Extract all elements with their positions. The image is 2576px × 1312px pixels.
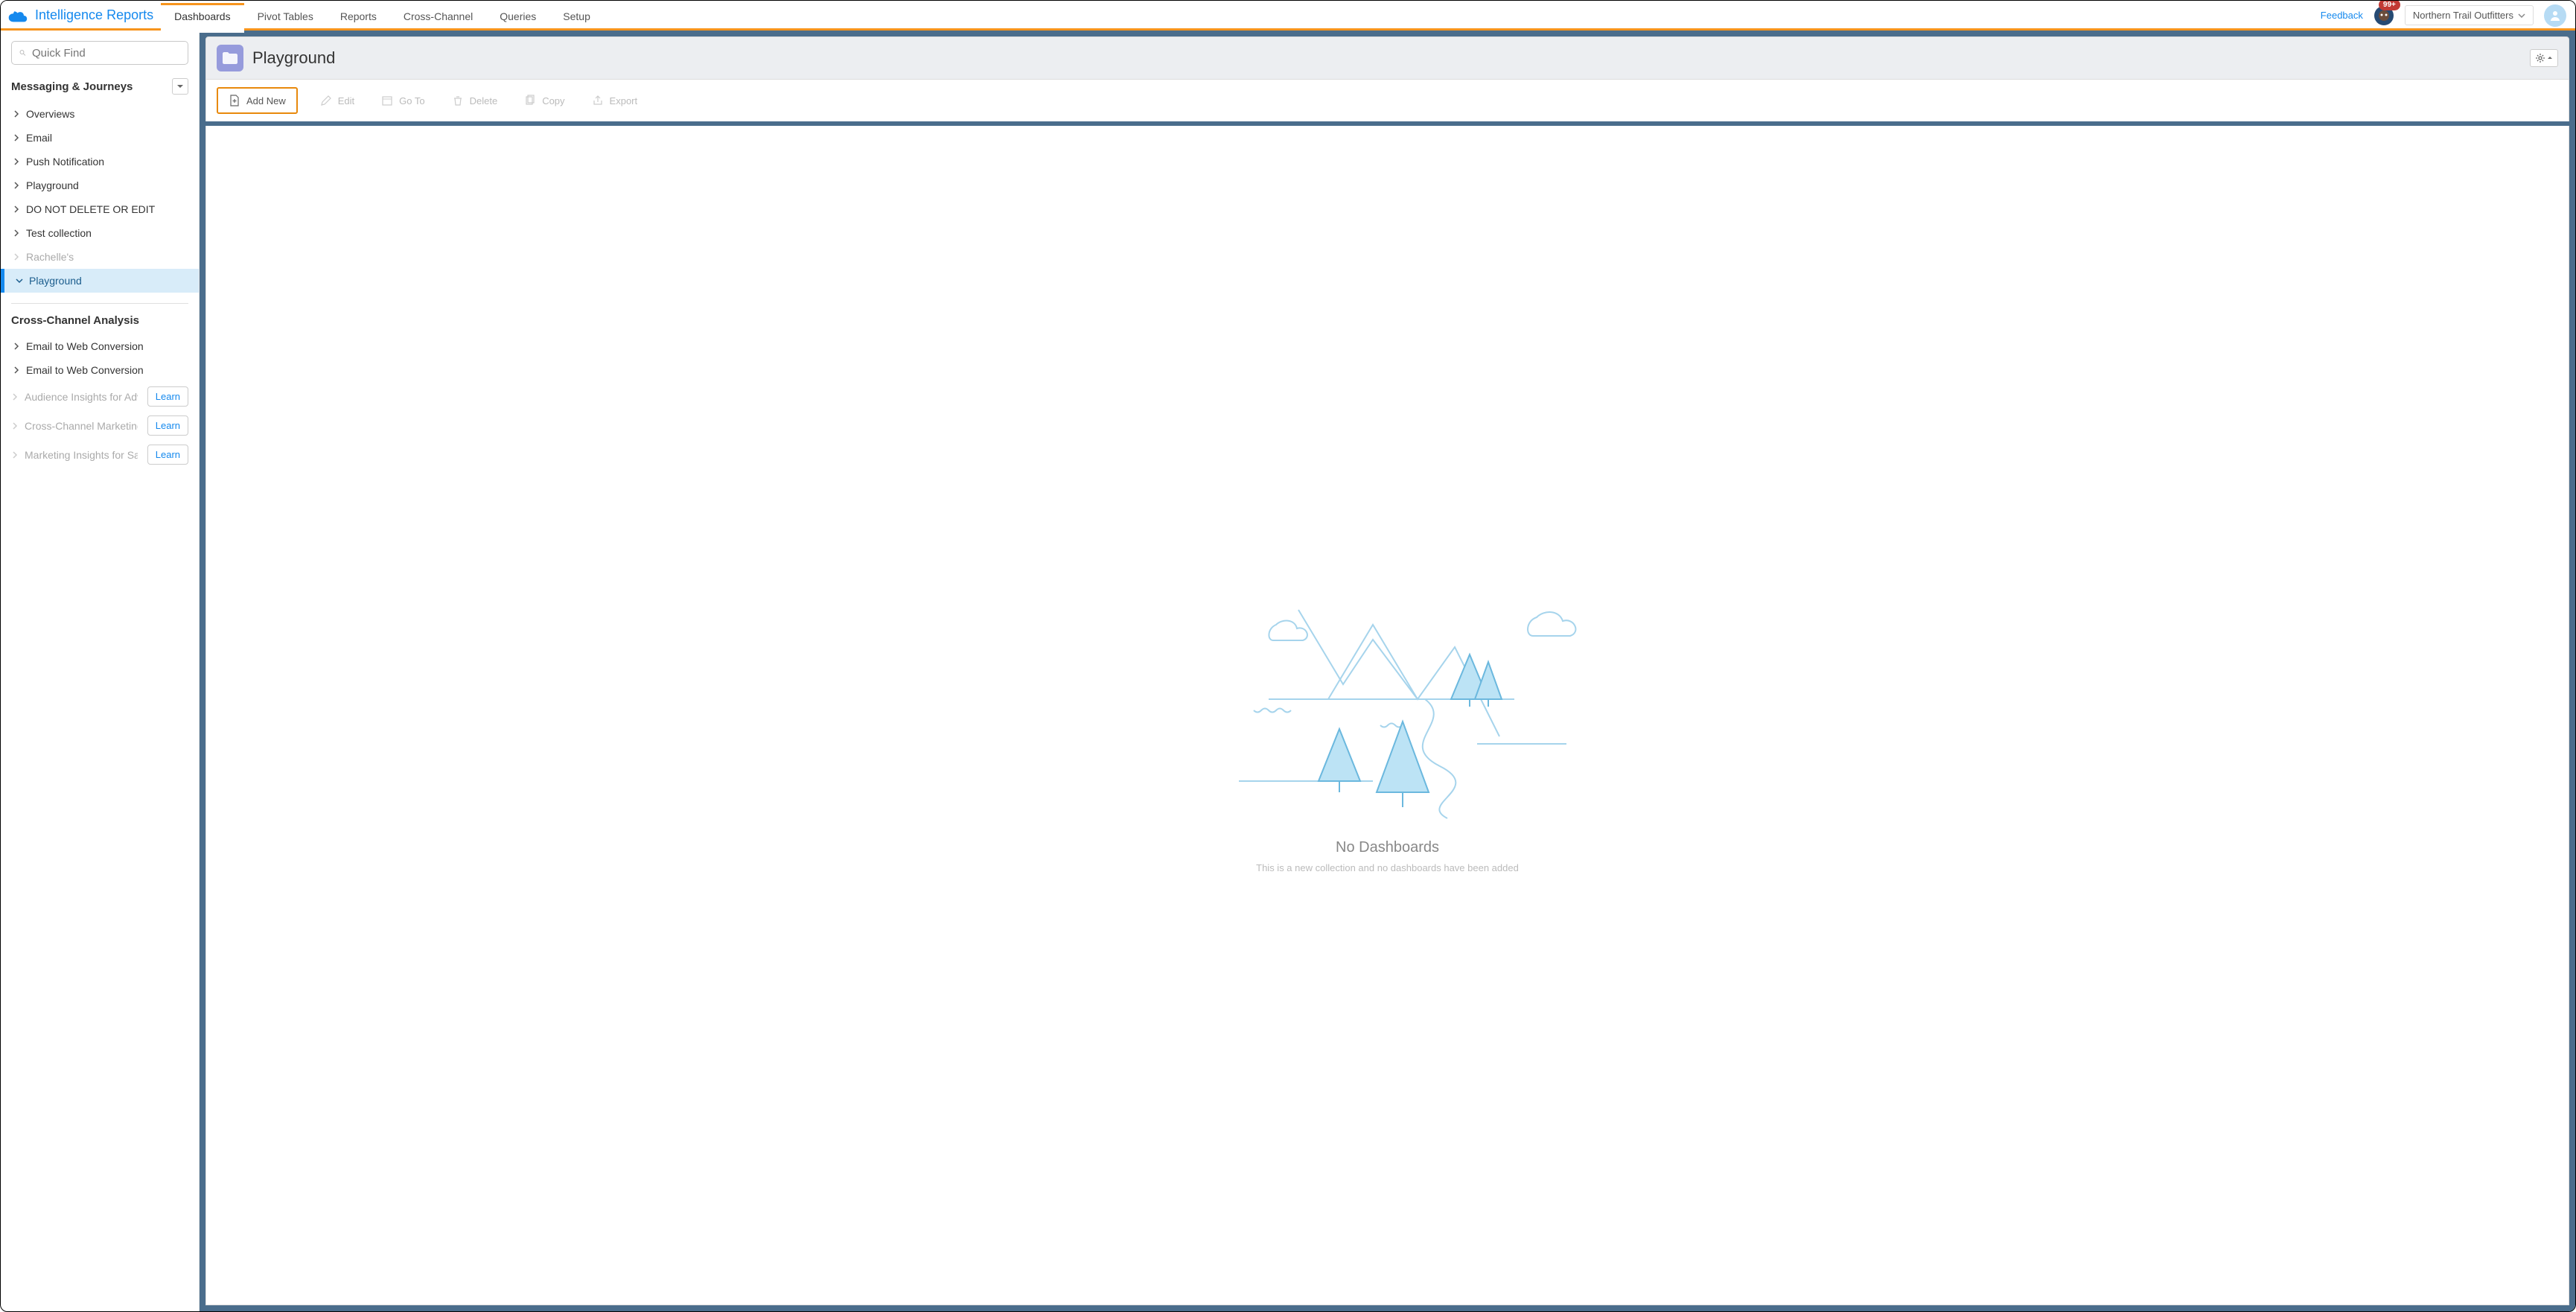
page-title: Playground (252, 48, 335, 68)
chevron-down-icon (2518, 12, 2525, 19)
trash-icon (452, 95, 464, 106)
tab-setup[interactable]: Setup (549, 1, 604, 30)
notification-badge: 99+ (2379, 0, 2400, 10)
sidebar-item-rachelles[interactable]: Rachelle's (11, 245, 188, 269)
folder-icon (217, 45, 243, 71)
learn-button[interactable]: Learn (147, 386, 188, 407)
learn-button[interactable]: Learn (147, 445, 188, 465)
sidebar-item-cross-channel-marketing: Cross-Channel Marketing … Learn (11, 411, 188, 440)
empty-canvas: No Dashboards This is a new collection a… (205, 126, 2569, 1305)
learn-button[interactable]: Learn (147, 415, 188, 436)
sidebar-item-audience-insights: Audience Insights for Adv… Learn (11, 382, 188, 411)
sidebar-item-email-web-1[interactable]: Email to Web Conversion (11, 334, 188, 358)
chevron-right-icon (11, 393, 19, 401)
chevron-right-icon (11, 451, 19, 459)
tab-reports[interactable]: Reports (327, 1, 390, 30)
sidebar-item-playground[interactable]: Playground (11, 173, 188, 197)
sidebar-item-test-collection[interactable]: Test collection (11, 221, 188, 245)
add-file-icon (229, 95, 240, 106)
copy-icon (524, 95, 536, 106)
chevron-right-icon (13, 343, 20, 350)
calendar-icon (381, 95, 393, 106)
export-button: Export (587, 92, 643, 109)
sidebar-section-messaging: Messaging & Journeys (11, 78, 188, 95)
page-header: Playground (205, 36, 2569, 80)
quick-find-search[interactable] (11, 41, 188, 65)
gear-icon (2535, 53, 2545, 63)
chevron-right-icon (13, 253, 20, 261)
tab-cross-channel[interactable]: Cross-Channel (390, 1, 486, 30)
settings-button[interactable] (2530, 49, 2558, 67)
chevron-right-icon (13, 110, 20, 118)
caret-down-icon (176, 83, 184, 90)
chevron-right-icon (11, 422, 19, 430)
chevron-right-icon (13, 158, 20, 165)
chevron-right-icon (13, 206, 20, 213)
tab-queries[interactable]: Queries (486, 1, 549, 30)
tab-pivot-tables[interactable]: Pivot Tables (244, 1, 327, 30)
sidebar-item-email-web-2[interactable]: Email to Web Conversion (11, 358, 188, 382)
sidebar: Messaging & Journeys Overviews Email Pus… (1, 31, 200, 1311)
sidebar-item-playground-selected[interactable]: Playground (1, 269, 199, 293)
empty-state-subtitle: This is a new collection and no dashboar… (1256, 862, 1519, 873)
main-tabs: Dashboards Pivot Tables Reports Cross-Ch… (161, 1, 604, 30)
salesforce-cloud-icon (8, 8, 29, 23)
user-avatar[interactable] (2544, 4, 2566, 27)
empty-illustration (1179, 558, 1596, 826)
sidebar-section-cross-channel: Cross-Channel Analysis (11, 314, 188, 327)
export-icon (592, 95, 604, 106)
chevron-right-icon (13, 229, 20, 237)
goto-button: Go To (377, 92, 429, 109)
top-nav: Intelligence Reports Dashboards Pivot Ta… (1, 1, 2575, 31)
search-icon (19, 46, 26, 60)
sidebar-item-do-not-delete[interactable]: DO NOT DELETE OR EDIT (11, 197, 188, 221)
feedback-link[interactable]: Feedback (2321, 10, 2363, 21)
app-title: Intelligence Reports (35, 7, 153, 23)
main-content: Playground Add New Edit Go T (200, 31, 2575, 1311)
edit-button: Edit (316, 92, 359, 109)
notifications-icon[interactable]: 99+ (2373, 5, 2394, 26)
sidebar-item-push-notification[interactable]: Push Notification (11, 150, 188, 173)
tab-dashboards[interactable]: Dashboards (161, 1, 244, 30)
chevron-right-icon (13, 182, 20, 189)
pencil-icon (320, 95, 332, 106)
section-collapse-toggle[interactable] (172, 78, 188, 95)
add-new-button[interactable]: Add New (217, 87, 298, 114)
sidebar-item-overviews[interactable]: Overviews (11, 102, 188, 126)
search-input[interactable] (32, 47, 180, 60)
chevron-right-icon (13, 134, 20, 141)
toolbar: Add New Edit Go To Delete Copy (205, 80, 2569, 121)
sidebar-divider (11, 303, 188, 304)
caret-up-icon (2547, 55, 2553, 61)
sidebar-item-email[interactable]: Email (11, 126, 188, 150)
person-icon (2548, 9, 2562, 22)
chevron-down-icon (16, 277, 23, 284)
delete-button: Delete (447, 92, 503, 109)
copy-button: Copy (520, 92, 569, 109)
app-logo: Intelligence Reports (1, 7, 161, 23)
empty-state-title: No Dashboards (1336, 839, 1439, 856)
org-selector[interactable]: Northern Trail Outfitters (2405, 5, 2534, 25)
chevron-right-icon (13, 366, 20, 374)
sidebar-item-marketing-insights: Marketing Insights for Sal… Learn (11, 440, 188, 469)
